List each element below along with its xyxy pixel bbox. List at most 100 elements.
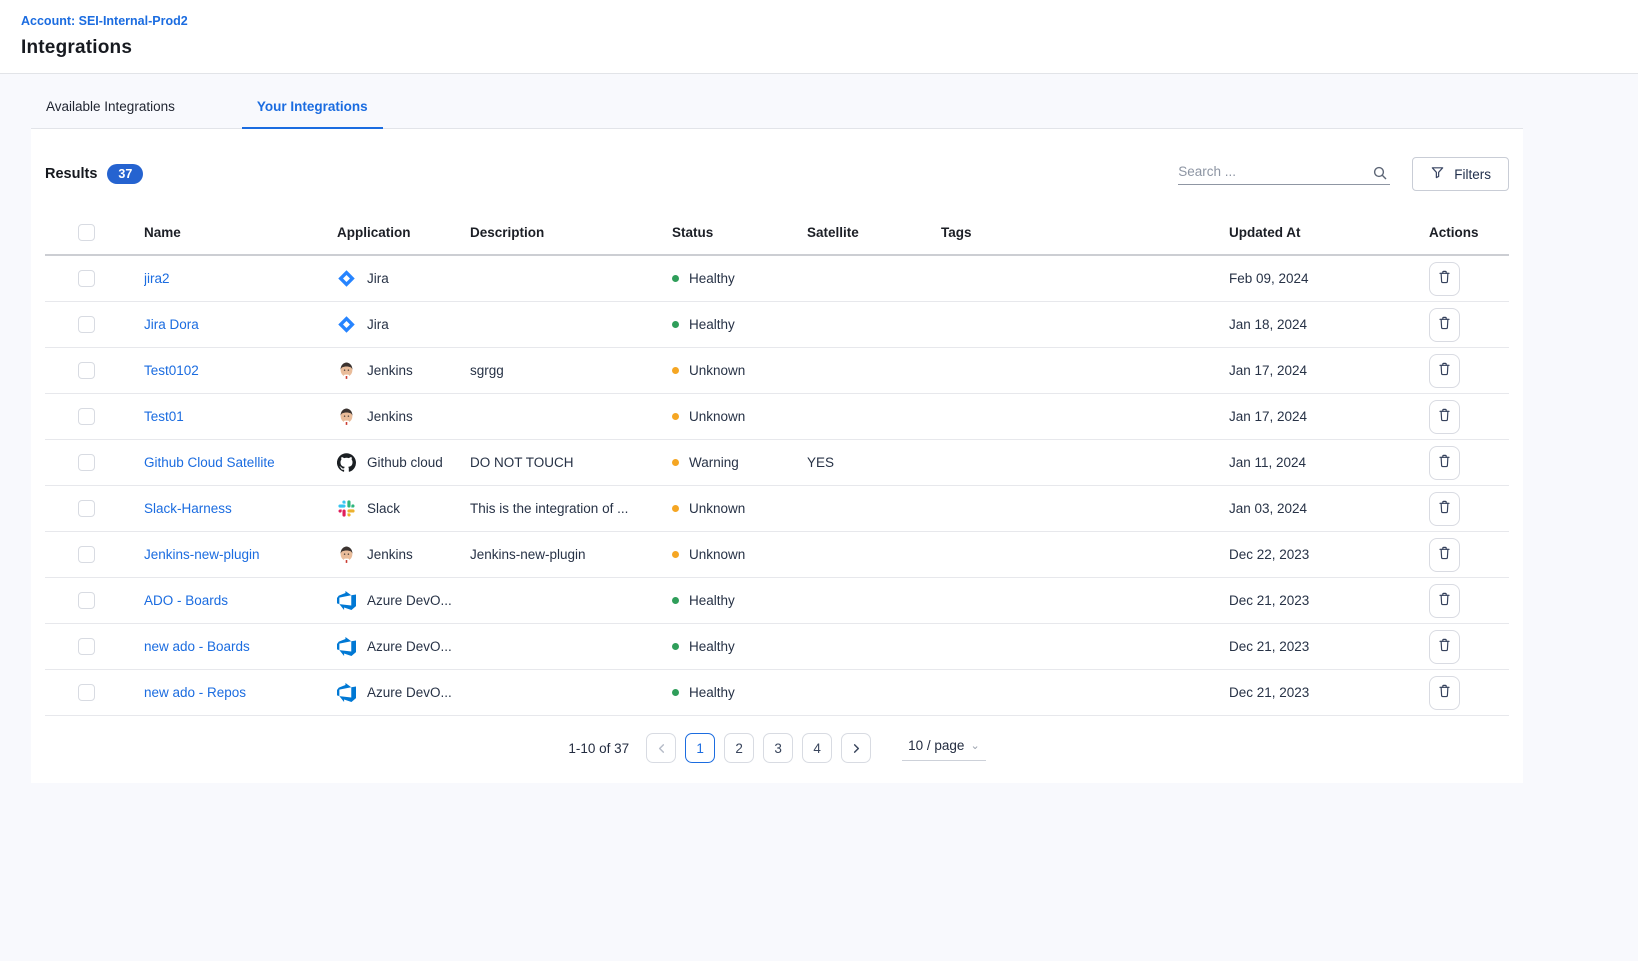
page-size-select[interactable]: 10 / page ⌄ xyxy=(902,735,986,761)
updated-at: Dec 21, 2023 xyxy=(1229,639,1429,654)
status-dot xyxy=(672,551,679,558)
status-text: Healthy xyxy=(689,685,735,700)
jira-icon xyxy=(337,269,356,288)
description-text: This is the integration of ... xyxy=(470,501,672,516)
row-checkbox[interactable] xyxy=(78,592,95,609)
application-label: Github cloud xyxy=(367,455,443,470)
prev-page-button[interactable] xyxy=(646,733,676,763)
filters-button[interactable]: Filters xyxy=(1412,157,1509,191)
application-label: Jira xyxy=(367,271,389,286)
integration-name-link[interactable]: Jira Dora xyxy=(144,317,199,332)
filter-funnel-icon xyxy=(1430,165,1445,183)
page-size-label: 10 / page xyxy=(908,738,964,753)
trash-icon xyxy=(1437,683,1452,702)
page-button-4[interactable]: 4 xyxy=(802,733,832,763)
column-header-description: Description xyxy=(470,225,672,240)
delete-button[interactable] xyxy=(1429,400,1460,434)
azure-devops-icon xyxy=(337,683,356,702)
table-row: Test0102 Jenkins sgrgg Unknown Jan 17, 2… xyxy=(45,348,1509,394)
next-page-button[interactable] xyxy=(841,733,871,763)
delete-button[interactable] xyxy=(1429,676,1460,710)
status-dot xyxy=(672,321,679,328)
tab-your-integrations[interactable]: Your Integrations xyxy=(242,99,383,128)
row-checkbox[interactable] xyxy=(78,684,95,701)
status-text: Unknown xyxy=(689,363,745,378)
delete-button[interactable] xyxy=(1429,584,1460,618)
trash-icon xyxy=(1437,407,1452,426)
column-header-status: Status xyxy=(672,225,807,240)
status-text: Unknown xyxy=(689,409,745,424)
search-icon xyxy=(1372,165,1388,184)
application-label: Jenkins xyxy=(367,547,413,562)
delete-button[interactable] xyxy=(1429,262,1460,296)
page-button-2[interactable]: 2 xyxy=(724,733,754,763)
table-row: Jira Dora Jira Healthy Jan 18, 2024 xyxy=(45,302,1509,348)
integration-name-link[interactable]: Test0102 xyxy=(144,363,199,378)
integration-name-link[interactable]: Test01 xyxy=(144,409,184,424)
application-label: Jenkins xyxy=(367,409,413,424)
filters-button-label: Filters xyxy=(1454,167,1491,182)
row-checkbox[interactable] xyxy=(78,638,95,655)
delete-button[interactable] xyxy=(1429,630,1460,664)
description-text: DO NOT TOUCH xyxy=(470,455,672,470)
page-button-3[interactable]: 3 xyxy=(763,733,793,763)
github-icon xyxy=(337,453,356,472)
row-checkbox[interactable] xyxy=(78,454,95,471)
delete-button[interactable] xyxy=(1429,492,1460,526)
trash-icon xyxy=(1437,499,1452,518)
description-text: sgrgg xyxy=(470,363,672,378)
table-row: new ado - Boards Azure DevO... Healthy D… xyxy=(45,624,1509,670)
trash-icon xyxy=(1437,637,1452,656)
toolbar: Results 37 Filters xyxy=(45,129,1509,211)
application-label: Azure DevO... xyxy=(367,685,452,700)
integration-name-link[interactable]: ADO - Boards xyxy=(144,593,228,608)
pagination: 1-10 of 37 1234 10 / page ⌄ xyxy=(45,733,1509,763)
account-link[interactable]: Account: SEI-Internal-Prod2 xyxy=(21,14,188,28)
application-label: Azure DevO... xyxy=(367,593,452,608)
row-checkbox[interactable] xyxy=(78,546,95,563)
status-text: Healthy xyxy=(689,593,735,608)
page-button-1[interactable]: 1 xyxy=(685,733,715,763)
application-label: Jenkins xyxy=(367,363,413,378)
table-row: Slack-Harness Slack This is the integrat… xyxy=(45,486,1509,532)
satellite-value: YES xyxy=(807,455,941,470)
row-checkbox[interactable] xyxy=(78,362,95,379)
status-text: Warning xyxy=(689,455,739,470)
column-header-application: Application xyxy=(337,225,470,240)
delete-button[interactable] xyxy=(1429,354,1460,388)
integration-name-link[interactable]: Slack-Harness xyxy=(144,501,232,516)
jira-icon xyxy=(337,315,356,334)
integrations-card: Results 37 Filters xyxy=(31,129,1523,783)
tab-available-integrations[interactable]: Available Integrations xyxy=(31,99,190,128)
app-header: Account: SEI-Internal-Prod2 Integrations xyxy=(0,0,1638,74)
row-checkbox[interactable] xyxy=(78,270,95,287)
row-checkbox[interactable] xyxy=(78,500,95,517)
search-input[interactable] xyxy=(1178,164,1358,179)
integration-name-link[interactable]: jira2 xyxy=(144,271,170,286)
chevron-left-icon xyxy=(656,743,667,754)
slack-icon xyxy=(337,499,356,518)
select-all-checkbox[interactable] xyxy=(78,224,95,241)
delete-button[interactable] xyxy=(1429,308,1460,342)
row-checkbox[interactable] xyxy=(78,316,95,333)
integration-name-link[interactable]: new ado - Boards xyxy=(144,639,250,654)
updated-at: Feb 09, 2024 xyxy=(1229,271,1429,286)
table-body: jira2 Jira Healthy Feb 09, 2024 xyxy=(45,256,1509,716)
updated-at: Dec 21, 2023 xyxy=(1229,685,1429,700)
row-checkbox[interactable] xyxy=(78,408,95,425)
chevron-down-icon: ⌄ xyxy=(970,739,979,752)
jenkins-icon xyxy=(337,407,356,426)
delete-button[interactable] xyxy=(1429,538,1460,572)
column-header-actions: Actions xyxy=(1429,225,1509,240)
trash-icon xyxy=(1437,591,1452,610)
integration-name-link[interactable]: new ado - Repos xyxy=(144,685,246,700)
integration-name-link[interactable]: Github Cloud Satellite xyxy=(144,455,275,470)
page-title: Integrations xyxy=(21,37,1617,59)
jenkins-icon xyxy=(337,545,356,564)
chevron-right-icon xyxy=(851,743,862,754)
trash-icon xyxy=(1437,453,1452,472)
delete-button[interactable] xyxy=(1429,446,1460,480)
integration-name-link[interactable]: Jenkins-new-plugin xyxy=(144,547,260,562)
application-label: Jira xyxy=(367,317,389,332)
updated-at: Jan 11, 2024 xyxy=(1229,455,1429,470)
